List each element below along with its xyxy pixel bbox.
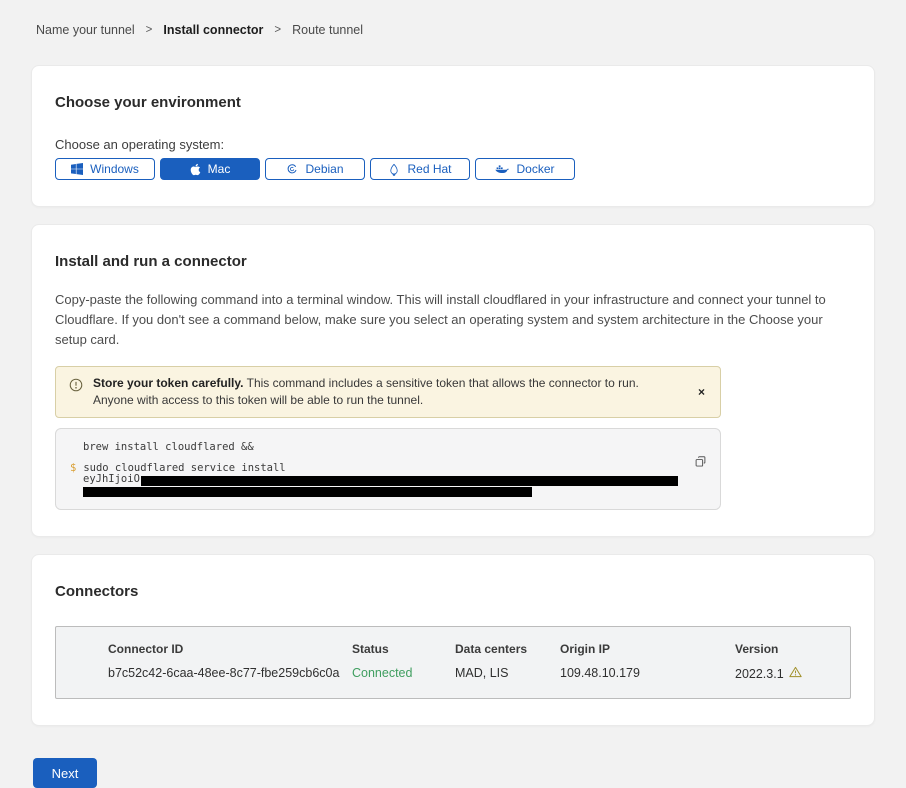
breadcrumb-step-route-tunnel[interactable]: Route tunnel xyxy=(292,23,363,37)
environment-card-title: Choose your environment xyxy=(55,94,851,111)
install-card: Install and run a connector Copy-paste t… xyxy=(31,224,875,537)
column-header-connector-id: Connector ID xyxy=(108,642,352,656)
os-button-label: Mac xyxy=(208,162,231,176)
command-line-token-continued xyxy=(70,486,680,498)
token-warning-text: Store your token carefully. This command… xyxy=(93,375,659,409)
os-button-redhat[interactable]: Red Hat xyxy=(370,158,470,180)
page: Name your tunnel > Install connector > R… xyxy=(0,0,906,788)
connector-status-value: Connected xyxy=(352,666,455,681)
apple-icon xyxy=(190,163,201,176)
next-button[interactable]: Next xyxy=(33,758,97,788)
windows-icon xyxy=(71,163,83,175)
connectors-card-title: Connectors xyxy=(55,583,851,600)
redhat-icon xyxy=(388,163,400,176)
os-select-label: Choose an operating system: xyxy=(55,137,851,152)
alert-circle-icon xyxy=(69,378,83,397)
token-warning-banner: Store your token carefully. This command… xyxy=(55,366,721,418)
os-button-group: Windows Mac Debian xyxy=(55,158,851,180)
os-button-label: Debian xyxy=(305,162,343,176)
docker-icon xyxy=(495,164,509,175)
connector-id-value: b7c52c42-6caa-48ee-8c77-fbe259cb6c0a xyxy=(108,666,352,681)
os-button-label: Windows xyxy=(90,162,139,176)
command-line-2: $sudo cloudflared service install xyxy=(70,463,680,475)
environment-card: Choose your environment Choose an operat… xyxy=(31,65,875,207)
breadcrumb-separator: > xyxy=(274,24,281,36)
os-button-label: Red Hat xyxy=(407,162,451,176)
os-button-docker[interactable]: Docker xyxy=(475,158,575,180)
copy-icon xyxy=(694,456,707,471)
command-line-1: brew install cloudflared && xyxy=(70,442,680,454)
connector-origin-ip-value: 109.48.10.179 xyxy=(560,666,735,681)
breadcrumb-step-name-tunnel[interactable]: Name your tunnel xyxy=(36,23,135,37)
column-header-data-centers: Data centers xyxy=(455,642,560,656)
banner-close-button[interactable]: × xyxy=(693,383,710,401)
version-warning-icon xyxy=(789,666,802,681)
connector-version-value: 2022.3.1 xyxy=(735,666,830,681)
install-description: Copy-paste the following command into a … xyxy=(55,290,850,350)
debian-icon xyxy=(286,163,298,175)
column-header-origin-ip: Origin IP xyxy=(560,642,735,656)
column-header-status: Status xyxy=(352,642,455,656)
breadcrumb-step-install-connector[interactable]: Install connector xyxy=(163,23,263,37)
breadcrumb: Name your tunnel > Install connector > R… xyxy=(36,23,875,37)
install-command-block: brew install cloudflared && $sudo cloudf… xyxy=(55,428,721,510)
os-button-label: Docker xyxy=(516,162,554,176)
shell-prompt: $ xyxy=(70,462,76,474)
command-line-token: eyJhIjoiO xyxy=(70,474,680,486)
column-header-version: Version xyxy=(735,642,830,656)
connectors-table-grid: Connector ID Status Data centers Origin … xyxy=(108,642,830,681)
connector-data-centers-value: MAD, LIS xyxy=(455,666,560,681)
token-redaction-bar xyxy=(83,487,532,497)
token-warning-title: Store your token carefully. xyxy=(93,376,244,390)
connectors-table: Connector ID Status Data centers Origin … xyxy=(55,626,851,699)
os-button-debian[interactable]: Debian xyxy=(265,158,365,180)
copy-command-button[interactable] xyxy=(692,453,709,473)
os-button-windows[interactable]: Windows xyxy=(55,158,155,180)
token-redaction-bar xyxy=(141,476,678,486)
connectors-card: Connectors Connector ID Status Data cent… xyxy=(31,554,875,726)
os-button-mac[interactable]: Mac xyxy=(160,158,260,180)
install-card-title: Install and run a connector xyxy=(55,253,851,270)
breadcrumb-separator: > xyxy=(146,24,153,36)
